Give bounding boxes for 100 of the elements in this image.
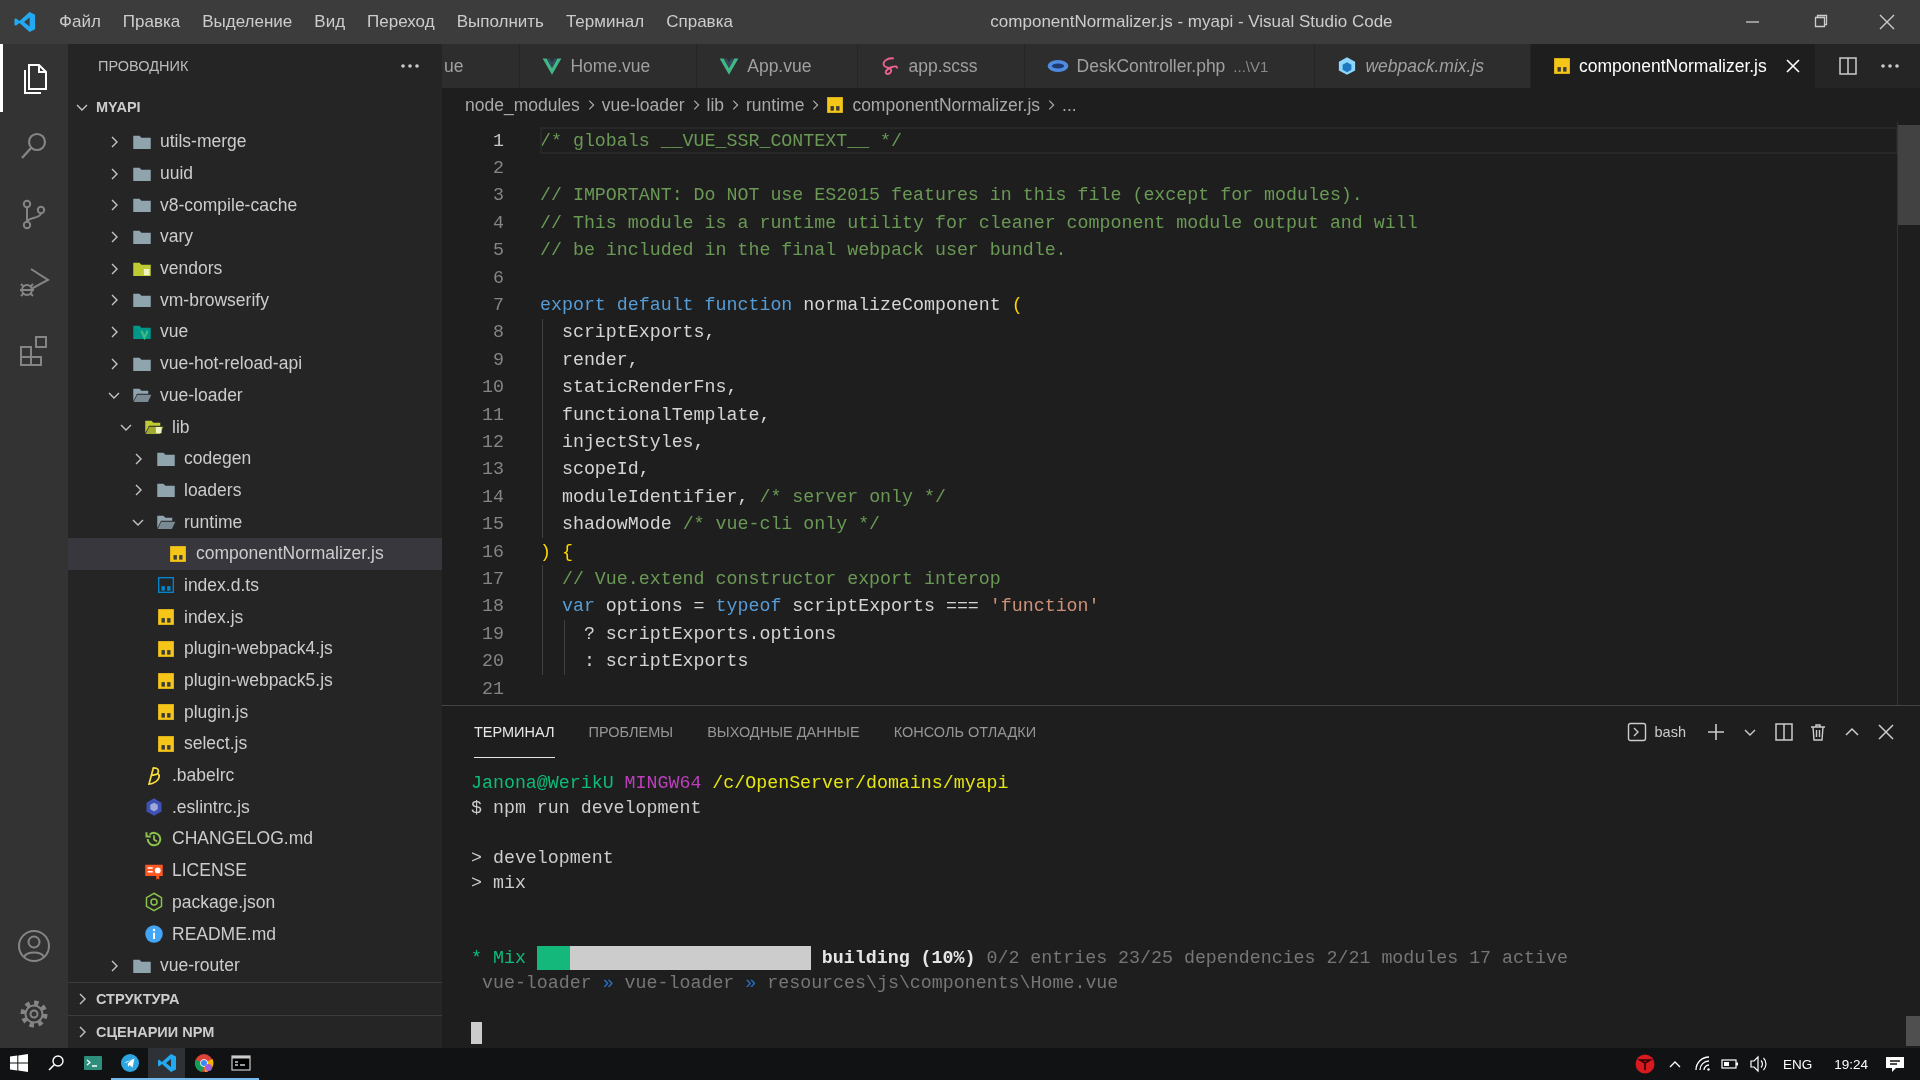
breadcrumb-item[interactable]: componentNormalizer.js	[826, 94, 1041, 116]
volume-icon[interactable]	[1748, 1054, 1767, 1074]
editor-tab[interactable]: App.vue	[697, 44, 859, 88]
tree-item[interactable]: runtime	[68, 506, 442, 538]
close-icon[interactable]	[1877, 13, 1896, 31]
tree-item[interactable]: README.md	[68, 918, 442, 950]
editor-tab[interactable]: Home.vue	[520, 44, 698, 88]
panel-tab[interactable]: ПРОБЛЕМЫ	[588, 706, 674, 758]
tree-item[interactable]: vm-browserify	[68, 284, 442, 317]
tree-item[interactable]: index.d.ts	[68, 569, 442, 602]
menu-item[interactable]: Выделение	[191, 12, 304, 32]
editor-tab[interactable]: componentNormalizer.js	[1531, 44, 1816, 88]
line-number: 6	[492, 267, 504, 288]
more-icon[interactable]	[400, 63, 420, 69]
breadcrumb-item[interactable]: runtime	[746, 94, 805, 116]
tree-item[interactable]: vendors	[68, 252, 442, 285]
tree-item[interactable]: .babelrc	[68, 759, 442, 792]
terminal-line: $ npm run development	[471, 797, 702, 818]
taskbar-button[interactable]	[148, 1048, 185, 1080]
tree-item[interactable]: loaders	[68, 474, 442, 507]
line-number: 18	[481, 596, 504, 617]
editor-tab[interactable]: webpack.mix.js	[1315, 44, 1532, 88]
breadcrumb-item[interactable]: lib	[706, 94, 725, 116]
code-line: /* globals __VUE_SSR_CONTEXT__ */	[540, 130, 903, 151]
editor-tab[interactable]: ue	[442, 44, 521, 88]
menu-item[interactable]: Справка	[655, 12, 744, 32]
line-number: 11	[481, 404, 504, 425]
line-number: 4	[492, 212, 504, 233]
browser-icon[interactable]	[193, 1053, 214, 1073]
tree-item[interactable]: vue-hot-reload-api	[68, 347, 442, 380]
line-number: 3	[492, 185, 504, 206]
tree-item[interactable]: utils-merge	[68, 126, 442, 158]
tree-item[interactable]: CHANGELOG.md	[68, 823, 442, 855]
menu-item[interactable]: Переход	[356, 12, 446, 32]
tree-item[interactable]: vue-loader	[68, 379, 442, 412]
terminal-line: > mix	[471, 872, 526, 893]
shell-selector[interactable]: bash	[1626, 722, 1686, 742]
menu-item[interactable]: Терминал	[554, 12, 656, 32]
scrollbar-thumb[interactable]	[1898, 125, 1920, 225]
tree-item[interactable]: vue	[68, 316, 442, 348]
clock[interactable]: 19:24	[1828, 1056, 1874, 1072]
tree-item[interactable]: vue-router	[68, 949, 442, 982]
tree-item[interactable]: v8-compile-cache	[68, 189, 442, 222]
menu-item[interactable]: Выполнить	[445, 12, 555, 32]
tree-item[interactable]: componentNormalizer.js	[68, 537, 442, 570]
progress-label: * Mix	[471, 947, 526, 968]
close-icon[interactable]	[1876, 722, 1896, 742]
split-icon[interactable]	[1774, 722, 1794, 742]
tree-item[interactable]: .eslintrc.js	[68, 791, 442, 824]
plus-icon[interactable]	[1706, 722, 1726, 742]
menu-item[interactable]: Правка	[111, 12, 192, 32]
terminal-icon	[1626, 722, 1647, 742]
language-indicator[interactable]: ENG	[1776, 1056, 1819, 1072]
breadcrumb-item[interactable]: vue-loader	[601, 94, 685, 116]
paper-plane-icon[interactable]	[119, 1053, 140, 1073]
wifi-icon[interactable]	[1692, 1054, 1711, 1074]
tree-item[interactable]: index.js	[68, 601, 442, 633]
tree-item[interactable]: package.json	[68, 886, 442, 919]
section-header[interactable]: СТРУКТУРА	[68, 982, 442, 1015]
code-line: // IMPORTANT: Do NOT use ES2015 features in this file (except for modules).	[540, 185, 1363, 206]
js-file-icon	[157, 639, 175, 658]
app-logo-icon[interactable]	[156, 1053, 177, 1073]
windows-icon[interactable]	[9, 1054, 28, 1072]
tree-item[interactable]: plugin.js	[68, 696, 442, 729]
menu-item[interactable]: Файл	[48, 12, 112, 32]
terminal-app-icon[interactable]	[82, 1053, 103, 1073]
terminal-line: Janona@WerikU MINGW64 /c/OpenServer/domains/myapi	[471, 772, 1009, 793]
tree-item[interactable]: plugin-webpack5.js	[68, 664, 442, 697]
ts-file-icon	[157, 576, 175, 595]
search-icon[interactable]	[46, 1054, 65, 1072]
code-line: staticRenderFns,	[560, 377, 738, 398]
line-number: 9	[492, 349, 504, 370]
editor-tab[interactable]: app.scss	[858, 44, 1025, 88]
tree-item[interactable]: plugin-webpack4.js	[68, 633, 442, 665]
menu-item[interactable]: Вид	[303, 12, 357, 32]
tree-item[interactable]: lib	[68, 411, 442, 443]
terminal-line: > development	[471, 847, 614, 868]
trash-icon[interactable]	[1808, 722, 1828, 742]
run-debug-icon	[17, 265, 51, 299]
code-line: // This module is a runtime utility for cleaner component module output and will	[540, 212, 1418, 233]
tree-item[interactable]: LICENSE	[68, 854, 442, 887]
breadcrumb-item[interactable]: node_modules	[465, 94, 580, 116]
console-icon[interactable]	[230, 1053, 251, 1073]
package-icon	[144, 892, 164, 913]
split-editor-icon[interactable]	[1838, 56, 1858, 76]
section-header[interactable]: MYAPI	[68, 88, 442, 126]
tree-item[interactable]: codegen	[68, 442, 442, 475]
panel-tab[interactable]: ТЕРМИНАЛ	[474, 706, 555, 758]
more-icon[interactable]	[1880, 63, 1900, 69]
scrollbar-thumb[interactable]	[1906, 1016, 1920, 1046]
breadcrumb-item[interactable]: ...	[1062, 94, 1077, 116]
editor-tab[interactable]: DeskController.php ...\V1	[1024, 44, 1316, 88]
account-icon	[17, 929, 51, 963]
tree-item[interactable]: uuid	[68, 157, 442, 190]
tree-item[interactable]: vary	[68, 221, 442, 253]
panel-tab[interactable]: КОНСОЛЬ ОТЛАДКИ	[893, 706, 1037, 758]
panel-tab[interactable]: ВЫХОДНЫЕ ДАННЫЕ	[707, 706, 860, 758]
notification-icon[interactable]	[1884, 1054, 1906, 1074]
app-logo-icon	[14, 11, 36, 33]
tree-item[interactable]: select.js	[68, 728, 442, 760]
